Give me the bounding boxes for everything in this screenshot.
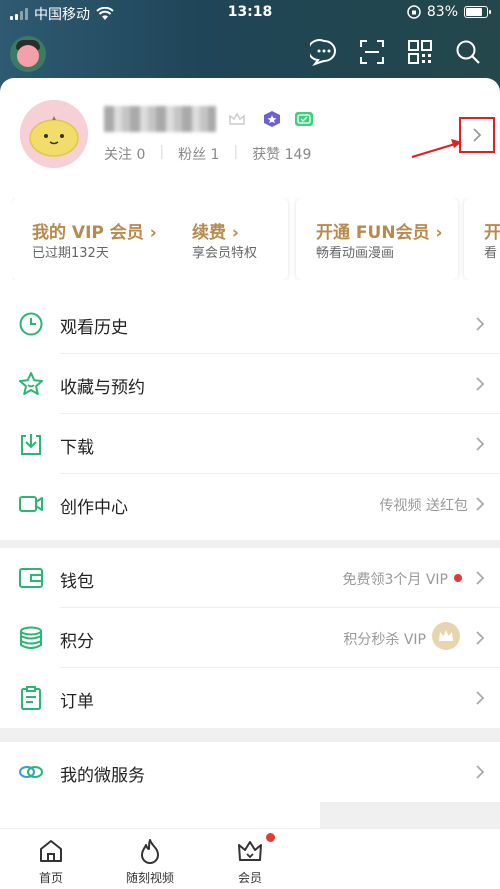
fun-vip-card[interactable]: 开通 FUN会员 › 畅看动画漫画 [296,198,458,280]
qr-code-icon[interactable] [406,38,434,66]
verified-badge-icon [295,112,313,126]
chevron-right-icon [476,571,485,585]
fans-label: 粉丝 [178,147,207,163]
download-icon [18,431,44,457]
chevron-right-icon [476,691,485,705]
battery-icon [464,6,491,18]
crown-badge-icon [432,622,460,650]
vip-card-row: 我的 VIP 会员 › 已过期132天 续费 › 享会员特权 开通 FUN会员 … [12,198,500,280]
menu-item-orders[interactable]: 订单 [0,668,500,728]
avatar-face [17,45,39,67]
level-star-badge-icon [264,111,280,127]
menu-label: 我的微服务 [60,766,145,786]
tab-label: 首页 [38,871,63,885]
menu-label: 下载 [60,438,94,458]
user-mini-avatar[interactable] [10,36,46,72]
menu-group-account: 钱包 免费领3个月 VIP 积分 积分秒杀 VIP 订单 [0,548,500,728]
fun-vip-title: 开通 FUN会员 › [316,223,443,243]
scan-icon[interactable] [358,38,386,66]
chevron-right-icon [476,631,485,645]
flame-icon [141,839,159,864]
following-label: 关注 [104,147,132,163]
renew-title: 续费 › [192,223,239,243]
stat-fans[interactable]: 粉丝 1 [178,144,219,164]
menu-item-creator-center[interactable]: 创作中心 传视频 送红包 [0,474,500,534]
top-nav [0,32,500,72]
link-rings-icon [18,759,44,785]
tab-moments[interactable]: 随刻视频 [110,829,190,889]
chevron-right-icon [476,377,485,391]
home-icon [40,840,62,862]
next-vip-subtitle: 看 [484,246,498,261]
crown-outline-badge-icon [229,112,245,125]
battery-percent: 83% [426,4,458,20]
status-bar: 中国移动 13:18 83% [0,0,500,26]
menu-label: 钱包 [60,572,94,592]
crown-icon [238,841,262,861]
menu-item-download[interactable]: 下载 [0,414,500,474]
clock-icon [18,311,44,337]
menu-label: 积分 [60,632,94,652]
fans-count: 1 [210,147,220,163]
profile-avatar[interactable] [20,100,88,168]
clipboard-icon [18,685,44,711]
menu-item-watch-history[interactable]: 观看历史 [0,294,500,354]
tab-home[interactable]: 首页 [11,829,91,889]
vip-card-membership: 我的 VIP 会员 › 已过期132天 续费 › 享会员特权 [12,198,288,280]
menu-item-micro-services[interactable]: 我的微服务 [0,742,500,802]
my-vip-button[interactable]: 我的 VIP 会员 › 已过期132天 [12,198,162,280]
next-group-edge [0,802,320,828]
menu-group-services: 我的微服务 [0,742,500,802]
following-count: 0 [136,147,146,163]
next-vip-card[interactable]: 开 看 [464,198,500,280]
menu-group-content: 观看历史 收藏与预约 下载 创作中心 传视频 送红包 [0,294,500,536]
vip-subtitle: 已过期132天 [32,246,109,261]
tab-vip[interactable]: 会员 [210,829,290,889]
tab-label: 会员 [237,871,262,885]
chevron-right-icon [476,497,485,511]
search-icon[interactable] [454,38,482,66]
menu-item-points[interactable]: 积分 积分秒杀 VIP [0,608,500,668]
profile-stats: 关注 0 | 粉丝 1 | 获赞 149 [104,144,311,164]
stat-likes: 获赞 149 [252,144,311,164]
menu-hint: 积分秒杀 VIP [343,632,426,648]
menu-item-wallet[interactable]: 钱包 免费领3个月 VIP [0,548,500,608]
bottom-tab-bar: 首页 随刻视频 会员 [0,828,500,889]
menu-hint: 免费领3个月 VIP [342,572,448,588]
star-icon [18,371,44,397]
video-camera-icon [18,491,44,517]
chevron-right-icon [476,317,485,331]
likes-count: 149 [284,147,312,163]
profile-detail-button[interactable] [459,117,495,153]
menu-item-favorites[interactable]: 收藏与预约 [0,354,500,414]
menu-label: 创作中心 [60,498,128,518]
chevron-right-icon [473,128,482,142]
likes-label: 获赞 [252,147,281,163]
stat-separator: | [159,144,165,160]
lemon-avatar-icon [20,100,88,168]
username-blurred[interactable] [104,106,216,132]
coins-stack-icon [18,625,44,651]
chevron-right-icon [476,437,485,451]
menu-hint: 传视频 送红包 [379,498,468,514]
renew-subtitle: 享会员特权 [192,246,258,261]
tab-label: 随刻视频 [125,871,174,885]
vip-title: 我的 VIP 会员 › [32,223,157,243]
menu-label: 收藏与预约 [60,378,145,398]
message-icon[interactable] [307,38,338,67]
status-right: 83% [407,4,491,20]
notification-dot [454,574,462,582]
menu-label: 订单 [60,692,94,712]
stat-following[interactable]: 关注 0 [104,144,145,164]
fun-vip-subtitle: 畅看动画漫画 [316,246,395,261]
orientation-lock-icon [407,5,421,19]
renew-button[interactable]: 续费 › 享会员特权 [172,198,288,280]
next-vip-title: 开 [484,223,500,243]
battery-fill [466,8,482,16]
menu-label: 观看历史 [60,318,128,338]
wallet-icon [18,565,44,591]
chevron-right-icon [476,765,485,779]
notification-dot [266,833,275,842]
stat-separator: | [233,144,239,160]
